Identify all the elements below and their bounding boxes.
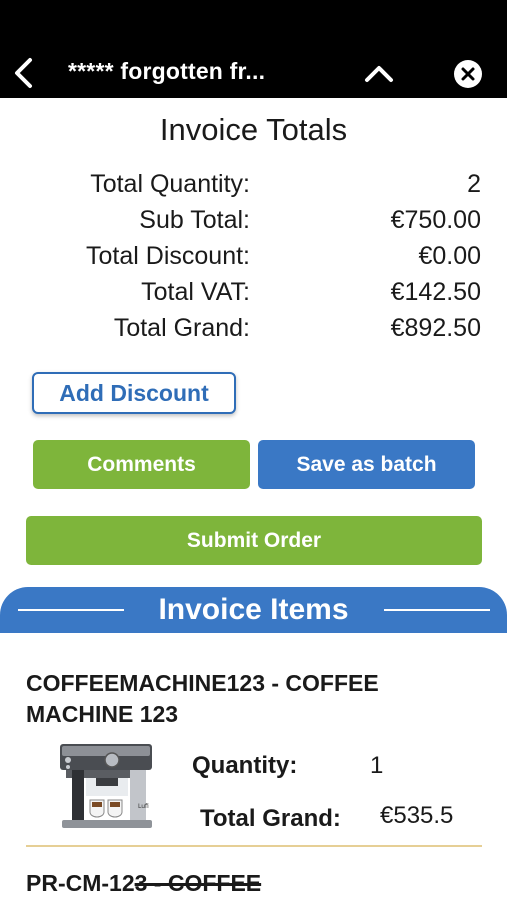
item-title[interactable]: COFFEEMACHINE123 - COFFEE MACHINE 123 — [26, 668, 486, 730]
item-title-2[interactable]: PR-CM-123 - COFFEE — [26, 870, 261, 897]
top-navigation-bar: ***** forgotten fr... — [0, 0, 507, 98]
submit-order-button[interactable]: Submit Order — [26, 516, 482, 565]
sub-total-value: €750.00 — [390, 206, 481, 234]
invoice-items-header: Invoice Items — [0, 587, 507, 633]
invoice-totals-heading: Invoice Totals — [159, 112, 348, 147]
add-discount-button[interactable]: Add Discount — [32, 372, 236, 414]
total-quantity-row: Total Quantity: 2 — [0, 170, 507, 204]
total-discount-value: €0.00 — [418, 242, 481, 270]
coffee-machine-image: Lufi — [60, 744, 152, 828]
chevron-left-icon[interactable] — [10, 56, 38, 90]
total-grand-row: Total Grand: €892.50 — [0, 314, 507, 348]
item-2-struck-text: 3 - COFFEE — [134, 870, 262, 896]
svg-text:Lufi: Lufi — [138, 803, 149, 810]
quantity-value: 1 — [370, 752, 384, 779]
item-total-grand-label: Total Grand: — [200, 805, 341, 832]
page-title: ***** forgotten fr... — [68, 58, 266, 84]
total-discount-row: Total Discount: €0.00 — [0, 242, 507, 276]
save-as-batch-button[interactable]: Save as batch — [258, 440, 475, 489]
item-2-code: PR-CM-12 — [26, 870, 135, 896]
total-vat-row: Total VAT: €142.50 — [0, 278, 507, 312]
total-discount-label: Total Discount: — [86, 242, 250, 270]
total-quantity-label: Total Quantity: — [90, 170, 250, 198]
quantity-label: Quantity: — [192, 752, 298, 779]
total-grand-value: €892.50 — [390, 314, 481, 342]
comments-button[interactable]: Comments — [33, 440, 250, 489]
total-grand-label: Total Grand: — [113, 314, 250, 342]
item-divider — [26, 845, 482, 847]
total-vat-value: €142.50 — [390, 278, 481, 306]
sub-total-row: Sub Total: €750.00 — [0, 206, 507, 240]
item-total-grand-value: €535.5 — [380, 802, 454, 829]
sub-total-label: Sub Total: — [139, 206, 250, 234]
total-quantity-value: 2 — [467, 170, 481, 198]
close-icon[interactable] — [454, 60, 482, 88]
header-divider-right — [384, 609, 490, 611]
chevron-up-icon[interactable] — [362, 58, 396, 88]
total-vat-label: Total VAT: — [141, 278, 250, 306]
